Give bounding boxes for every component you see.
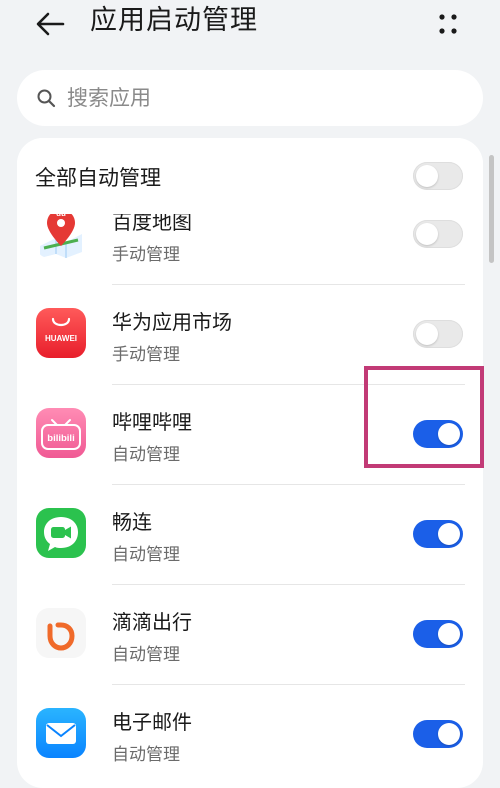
toggle-baidu-maps[interactable]: [413, 220, 463, 248]
back-arrow-icon: [36, 12, 65, 36]
highlight-box: [364, 366, 484, 468]
toggle-knob: [438, 523, 460, 545]
toggle-knob: [438, 623, 460, 645]
app-status: 自动管理: [112, 645, 180, 665]
search-input[interactable]: [65, 85, 449, 111]
huawei-icon-text: HUAWEI: [45, 334, 77, 343]
app-status: 自动管理: [112, 745, 180, 765]
more-dots-icon: [439, 14, 457, 34]
auto-manage-all-row[interactable]: 全部自动管理: [17, 138, 483, 214]
toggle-knob: [438, 723, 460, 745]
row-divider: [112, 284, 465, 285]
back-button[interactable]: [30, 4, 70, 44]
toggle-changlian[interactable]: [413, 520, 463, 548]
row-divider: [112, 484, 465, 485]
page-title: 应用启动管理: [90, 5, 258, 36]
email-icon: [36, 708, 86, 758]
search-bar[interactable]: [17, 70, 483, 126]
toggle-knob: [416, 323, 438, 345]
bilibili-icon-text: bilibili: [47, 433, 74, 444]
app-name: 哔哩哔哩: [112, 410, 192, 434]
list-item-didi[interactable]: 滴滴出行 自动管理: [17, 584, 483, 684]
toggle-knob: [416, 223, 438, 245]
row-divider: [112, 684, 465, 685]
app-name: 电子邮件: [112, 710, 192, 734]
changlian-icon: [36, 508, 86, 558]
app-name: 滴滴出行: [112, 610, 192, 634]
app-status: 手动管理: [112, 245, 180, 265]
app-status: 自动管理: [112, 445, 180, 465]
didi-icon: [36, 608, 86, 658]
app-status: 自动管理: [112, 545, 180, 565]
toggle-knob: [416, 165, 438, 187]
list-item-email[interactable]: 电子邮件 自动管理: [17, 684, 483, 784]
app-name: 畅连: [112, 510, 152, 534]
more-options-button[interactable]: [428, 4, 468, 44]
bilibili-icon: bilibili: [36, 408, 86, 458]
list-item-changlian[interactable]: 畅连 自动管理: [17, 484, 483, 584]
top-bar: 应用启动管理: [0, 0, 500, 48]
auto-manage-all-label: 全部自动管理: [35, 166, 161, 190]
toggle-email[interactable]: [413, 720, 463, 748]
scrollbar[interactable]: [489, 155, 494, 263]
huawei-appgallery-icon: HUAWEI: [36, 308, 86, 358]
baidu-maps-icon: du: [36, 208, 86, 258]
toggle-didi[interactable]: [413, 620, 463, 648]
app-status: 手动管理: [112, 345, 180, 365]
search-icon: [35, 87, 57, 109]
row-divider: [112, 584, 465, 585]
auto-manage-all-toggle[interactable]: [413, 162, 463, 190]
app-name: 华为应用市场: [112, 310, 232, 334]
toggle-huawei-appgallery[interactable]: [413, 320, 463, 348]
